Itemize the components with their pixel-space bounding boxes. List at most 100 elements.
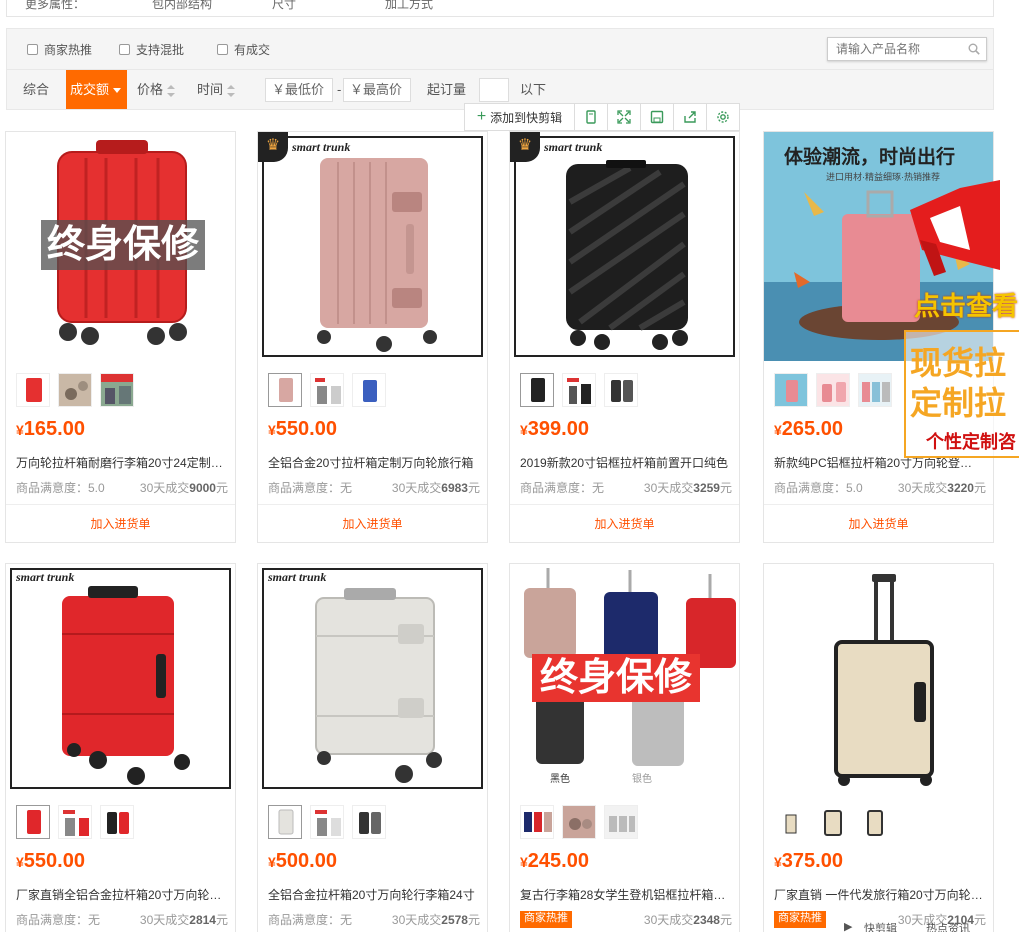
thumbnail[interactable]	[858, 373, 892, 407]
bottom-news-link[interactable]: 热点资讯	[926, 922, 970, 932]
product-title[interactable]: 全铝合金20寸拉杆箱定制万向轮旅行箱	[268, 454, 478, 471]
sales-amount: 3259	[693, 481, 720, 495]
filter-mixed-checkbox[interactable]: 支持混批	[119, 41, 184, 58]
product-meta: 商品满意度：无 30天成交6983元	[268, 479, 480, 496]
thumbnail[interactable]	[268, 373, 302, 407]
brand-logo: smart trunk	[268, 570, 327, 584]
product-title[interactable]: 厂家直销 一件代发旅行箱20寸万向轮拉杆箱	[774, 886, 984, 903]
product-image[interactable]	[764, 564, 993, 793]
moq-input[interactable]	[479, 78, 509, 102]
sales-volume: 30天成交9000元	[140, 479, 228, 496]
checkbox-box[interactable]	[119, 44, 130, 55]
add-to-cart-button[interactable]: 加入进货单	[764, 504, 993, 542]
product-card[interactable]: 终身保修 ¥165.00 万向轮拉杆箱耐磨行李箱20寸24定制旅行箱 商品满意度…	[5, 131, 236, 543]
product-card[interactable]: smart trunk ¥500.00 全铝合金拉杆箱20寸万向轮行李箱24寸 …	[257, 563, 488, 932]
min-price-input[interactable]: ￥最低价	[265, 78, 333, 102]
satisfaction: 商品满意度：5.0	[16, 481, 105, 495]
thumbnail[interactable]	[604, 805, 638, 839]
thumbnail[interactable]	[352, 805, 386, 839]
ad-line-custom: 定制拉	[910, 385, 1007, 421]
max-price-input[interactable]: ￥最高价	[343, 78, 411, 102]
product-image[interactable]: smart trunk	[6, 564, 235, 793]
thumbnail[interactable]	[858, 805, 892, 839]
product-card[interactable]: smart trunk ¥550.00 厂家直销全铝合金拉杆箱20寸万向轮行李箱…	[5, 563, 236, 932]
product-image[interactable]: 终身保修 黑色 银色	[510, 564, 739, 793]
hot-tag: 商家热推	[774, 911, 826, 928]
product-card[interactable]: 终身保修 黑色 银色 ¥245.00 复古行李箱28女学生登机铝框拉杆箱万向轮 …	[509, 563, 740, 932]
thumbnail[interactable]	[16, 805, 50, 839]
color-caption-silver: 银色	[632, 774, 652, 785]
thumbnail[interactable]	[520, 805, 554, 839]
thumbnail[interactable]	[310, 373, 344, 407]
thumbnail[interactable]	[604, 373, 638, 407]
product-image[interactable]: ♛ smart trunk	[258, 132, 487, 361]
thumbnail[interactable]	[100, 805, 134, 839]
price-value: 165.00	[23, 418, 85, 440]
product-image[interactable]: 终身保修	[6, 132, 235, 361]
floating-ad[interactable]: 点击查看 现货拉 定制拉 个性定制咨	[900, 180, 1019, 460]
thumbnail[interactable]	[310, 805, 344, 839]
product-card[interactable]: ♛ smart trunk ¥550.00 全铝合金20寸拉杆箱定制万向轮旅行箱…	[257, 131, 488, 543]
thumbnail[interactable]	[774, 805, 808, 839]
product-title[interactable]: 复古行李箱28女学生登机铝框拉杆箱万向轮	[520, 886, 730, 903]
thumbnail[interactable]	[562, 805, 596, 839]
thumbnail[interactable]	[16, 373, 50, 407]
thumbnail[interactable]	[58, 805, 92, 839]
price-value: 399.00	[527, 418, 589, 440]
filter-hot-checkbox[interactable]: 商家热推	[27, 41, 92, 58]
attr-label-size[interactable]: 尺寸	[272, 0, 296, 12]
checkbox-box[interactable]	[217, 44, 228, 55]
sales-suffix: 元	[973, 481, 986, 495]
search-input[interactable]	[828, 38, 958, 60]
product-image[interactable]: ♛ smart trunk	[510, 132, 739, 361]
thumbnail[interactable]	[58, 373, 92, 407]
factory-thumb-icon	[101, 374, 133, 406]
thumbnail-list	[520, 805, 638, 839]
product-card[interactable]: ♛ smart trunk ¥399.00 2019新款20寸铝框拉杆箱前置开口…	[509, 131, 740, 543]
checkbox-box[interactable]	[27, 44, 38, 55]
sales-prefix: 30天成交	[897, 481, 948, 495]
bottom-clip-link[interactable]: 快剪辑	[864, 922, 897, 932]
thumbnail[interactable]	[562, 373, 596, 407]
thumbnail[interactable]	[816, 373, 850, 407]
thumbnail[interactable]	[268, 805, 302, 839]
thumbnail[interactable]	[520, 373, 554, 407]
product-price: ¥265.00	[774, 418, 843, 441]
add-to-cart-button[interactable]: 加入进货单	[258, 504, 487, 542]
attr-label-more: 更多属性：	[25, 0, 86, 11]
satisfaction: 商品满意度：无	[520, 481, 605, 495]
product-title[interactable]: 厂家直销全铝合金拉杆箱20寸万向轮行李箱	[16, 886, 226, 903]
add-to-clip-label: 添加到快剪辑	[490, 110, 563, 125]
thumbnail[interactable]	[352, 373, 386, 407]
product-title[interactable]: 万向轮拉杆箱耐磨行李箱20寸24定制旅行箱	[16, 454, 226, 471]
sales-volume: 30天成交2814元	[140, 911, 228, 928]
product-meta: 商品满意度：5.0 30天成交9000元	[16, 479, 228, 496]
product-title[interactable]: 全铝合金拉杆箱20寸万向轮行李箱24寸	[268, 886, 478, 903]
sort-volume[interactable]: 成交额	[66, 70, 127, 109]
add-to-cart-button[interactable]: 加入进货单	[510, 504, 739, 542]
attr-label-structure[interactable]: 包内部结构	[152, 0, 212, 12]
search-icon[interactable]	[968, 43, 980, 55]
add-to-clip-button[interactable]: + 添加到快剪辑	[465, 104, 575, 130]
attr-label-process[interactable]: 加工方式	[385, 0, 433, 12]
sort-overall[interactable]: 综合	[23, 70, 49, 109]
thumbnail[interactable]	[100, 373, 134, 407]
red-aluminum-suitcase-image	[62, 586, 190, 785]
sort-time[interactable]: 时间	[197, 70, 236, 109]
thumbnail[interactable]	[816, 805, 850, 839]
add-to-cart-button[interactable]: 加入进货单	[6, 504, 235, 542]
fullscreen-button[interactable]	[608, 104, 641, 130]
settings-button[interactable]	[707, 104, 739, 130]
share-button[interactable]	[674, 104, 707, 130]
clip-page-button[interactable]	[575, 104, 608, 130]
product-card[interactable]: ¥375.00 厂家直销 一件代发旅行箱20寸万向轮拉杆箱 商家热推 30天成交…	[763, 563, 994, 932]
thumbnail[interactable]	[774, 373, 808, 407]
product-title[interactable]: 2019新款20寸铝框拉杆箱前置开口纯色	[520, 454, 730, 471]
play-icon[interactable]: ▶	[844, 922, 852, 932]
sort-price[interactable]: 价格	[137, 70, 176, 109]
save-button[interactable]	[641, 104, 674, 130]
product-image[interactable]: smart trunk	[258, 564, 487, 793]
filter-traded-checkbox[interactable]: 有成交	[217, 41, 270, 58]
suitcase-thumb-icon	[867, 810, 883, 836]
product-meta: 商家热推 30天成交2348元	[520, 911, 732, 928]
